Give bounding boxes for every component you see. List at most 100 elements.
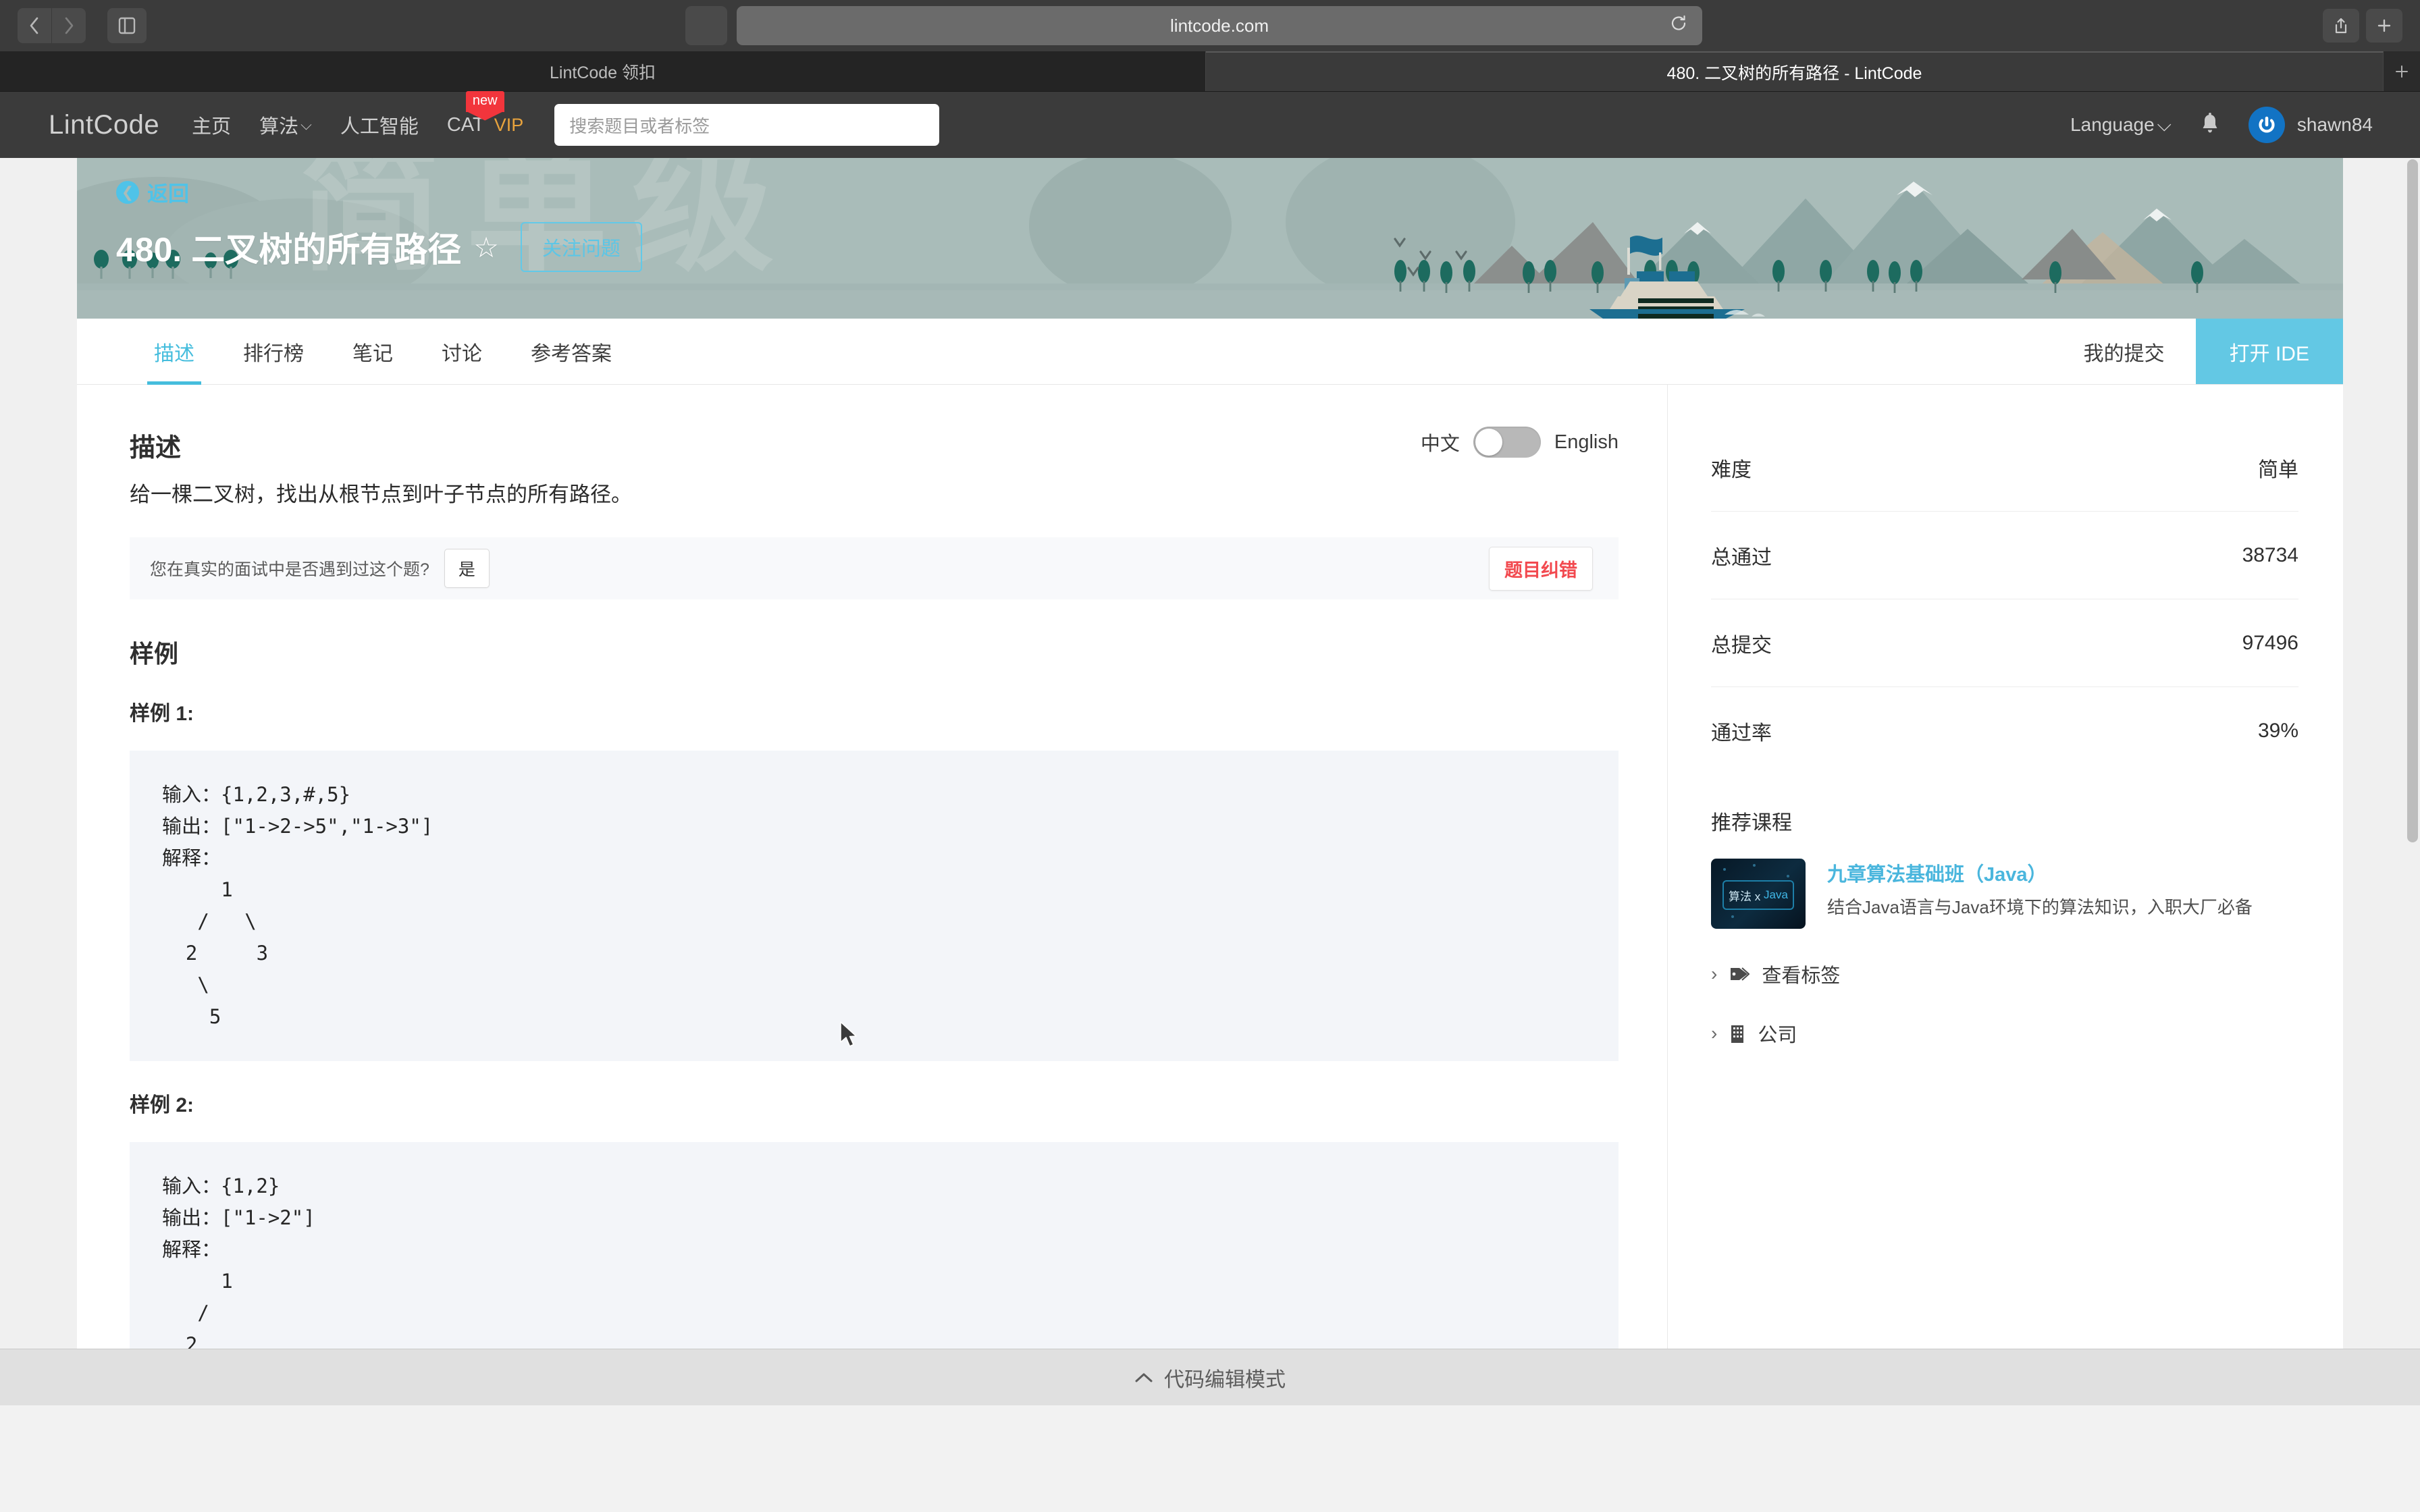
power-avatar-icon <box>2255 113 2279 137</box>
search-input[interactable]: 搜索题目或者标签 <box>554 104 939 146</box>
accordion-tags[interactable]: › 查看标签 <box>1711 960 2298 988</box>
stat-label: 总提交 <box>1711 628 1772 658</box>
nav-item-vip[interactable]: VIP <box>494 115 524 136</box>
tab-label: 参考答案 <box>531 337 612 367</box>
browser-tab-strip: LintCode 领扣 480. 二叉树的所有路径 - LintCode <box>0 51 2420 92</box>
nav-item-home[interactable]: 主页 <box>192 111 231 139</box>
code-edit-mode-bar[interactable]: 代码编辑模式 <box>0 1349 2420 1405</box>
nav-item-ai[interactable]: 人工智能 <box>340 111 419 139</box>
reload-button[interactable] <box>1670 15 1687 37</box>
content-area: 描述 中文 English 给一棵二叉树，找出从根节点到叶子节点的所有路径。 您… <box>77 385 2343 1397</box>
toolbar-right-actions <box>2303 9 2402 43</box>
problem-title: 480. 二叉树的所有路径 <box>116 223 461 271</box>
main-column: 描述 中文 English 给一棵二叉树，找出从根节点到叶子节点的所有路径。 您… <box>77 385 1668 1397</box>
sidebar-column: 难度 简单 总通过 38734 总提交 97496 通过率 39% 推荐课程 算… <box>1668 385 2343 1397</box>
interview-yes-button[interactable]: 是 <box>444 549 490 588</box>
star-outline-icon[interactable]: ☆ <box>473 231 499 264</box>
tab-solutions[interactable]: 参考答案 <box>506 319 636 384</box>
nav-item-cat[interactable]: new CAT <box>447 114 485 136</box>
stat-label: 总通过 <box>1711 541 1772 570</box>
accordion-companies[interactable]: › 公司 <box>1711 1019 2298 1048</box>
stat-total-submissions: 总提交 97496 <box>1711 599 2298 687</box>
browser-toolbar: 𝕈 lintcode.com <box>0 0 2420 51</box>
course-meta: 九章算法基础班（Java） 结合Java语言与Java环境下的算法知识，入职大厂… <box>1827 859 2298 929</box>
username-label: shawn84 <box>2297 114 2373 136</box>
stat-difficulty: 难度 简单 <box>1711 424 2298 512</box>
page-scrollbar[interactable] <box>2407 159 2418 842</box>
chevron-down-icon: ⌵ <box>300 116 312 134</box>
forward-button[interactable] <box>52 8 86 43</box>
back-link[interactable]: ❮ 返回 <box>116 177 189 207</box>
tab-leaderboard[interactable]: 排行榜 <box>219 319 328 384</box>
hero-title-row: 480. 二叉树的所有路径 ☆ 关注问题 <box>116 222 2343 272</box>
nav-item-label: 算法 <box>259 111 298 139</box>
site-logo[interactable]: LintCode <box>49 110 159 140</box>
back-arrow-icon <box>26 16 43 36</box>
tab-label: 讨论 <box>442 337 482 367</box>
stat-label: 难度 <box>1711 453 1752 483</box>
examples-section-title: 样例 <box>130 634 1619 670</box>
site-header: LintCode 主页 算法 ⌵ 人工智能 new CAT VIP 搜索题目或者… <box>0 92 2420 158</box>
user-menu[interactable]: shawn84 <box>2248 107 2373 143</box>
course-thumb-cn: 算法 x <box>1729 887 1760 904</box>
address-bar[interactable]: lintcode.com <box>737 6 1702 45</box>
switch-knob <box>1475 429 1502 456</box>
open-ide-label: 打开 IDE <box>2230 337 2309 367</box>
my-submissions-button[interactable]: 我的提交 <box>2053 319 2196 384</box>
stat-total-accepted: 总通过 38734 <box>1711 512 2298 599</box>
browser-tab-active[interactable]: 480. 二叉树的所有路径 - LintCode <box>1206 51 2384 91</box>
bell-icon <box>2200 112 2220 135</box>
chevron-down-icon: ⌵ <box>2157 114 2172 136</box>
building-glyph <box>1729 1024 1745 1043</box>
tab-description[interactable]: 描述 <box>130 319 219 384</box>
chevron-up-icon <box>1134 1366 1153 1389</box>
back-button[interactable] <box>18 8 51 43</box>
honey-extension-button[interactable]: 𝕈 <box>685 6 727 45</box>
new-tab-button[interactable] <box>2366 9 2402 43</box>
tab-discussion[interactable]: 讨论 <box>417 319 506 384</box>
nav-item-algorithms[interactable]: 算法 ⌵ <box>259 111 312 139</box>
page-title: 480. 二叉树的所有路径 ☆ <box>116 223 499 271</box>
course-thumbnail-label: 算法 x Java <box>1722 880 1794 910</box>
share-button[interactable] <box>2323 9 2359 43</box>
tab-new-button[interactable] <box>2384 51 2420 91</box>
example-1-code: 输入：{1,2,3,#,5} 输出：["1->2->5","1->3"] 解释：… <box>130 751 1619 1061</box>
notifications-button[interactable] <box>2200 112 2220 138</box>
stat-value: 39% <box>2258 720 2298 742</box>
course-name[interactable]: 九章算法基础班（Java） <box>1827 859 2298 887</box>
page-viewport: 简单级 ❮ 返回 480. 二叉树的所有路径 ☆ 关注问题 描述 <box>0 158 2420 1405</box>
lang-left-label: 中文 <box>1421 428 1460 456</box>
accordion-label: 查看标签 <box>1762 960 1840 988</box>
tag-glyph <box>1729 965 1750 983</box>
interview-question-label: 您在真实的面试中是否遇到过这个题? <box>150 556 429 580</box>
browser-tab[interactable]: LintCode 领扣 <box>0 51 1206 91</box>
chevron-up-glyph <box>1134 1372 1153 1384</box>
code-edit-mode-label: 代码编辑模式 <box>1164 1363 1286 1393</box>
open-ide-button[interactable]: 打开 IDE <box>2196 319 2343 384</box>
follow-problem-button[interactable]: 关注问题 <box>521 222 642 272</box>
browser-tab-title: LintCode 领扣 <box>550 59 656 84</box>
lang-right-label: English <box>1554 431 1619 454</box>
course-description: 结合Java语言与Java环境下的算法知识，入职大厂必备 <box>1827 895 2298 921</box>
problem-hero: 简单级 ❮ 返回 480. 二叉树的所有路径 ☆ 关注问题 <box>77 158 2343 319</box>
report-problem-button[interactable]: 题目纠错 <box>1489 547 1593 591</box>
language-selector[interactable]: Language ⌵ <box>2070 114 2172 136</box>
reload-icon <box>1670 15 1687 32</box>
sidebar-toggle-button[interactable] <box>107 8 147 43</box>
chevron-right-icon: › <box>1711 1023 1717 1044</box>
course-card[interactable]: 算法 x Java 九章算法基础班（Java） 结合Java语言与Java环境下… <box>1711 859 2298 929</box>
tab-notes[interactable]: 笔记 <box>328 319 417 384</box>
tab-label: 排行榜 <box>243 337 304 367</box>
course-thumb-java: Java <box>1764 888 1788 902</box>
description-heading-block: 描述 <box>130 427 181 464</box>
course-thumbnail: 算法 x Java <box>1711 859 1806 929</box>
language-toggle[interactable]: 中文 English <box>1421 427 1619 458</box>
stat-value: 97496 <box>2242 632 2298 655</box>
tabbar-actions: 我的提交 打开 IDE <box>2053 319 2343 384</box>
mouse-cursor <box>839 1021 860 1050</box>
language-switch[interactable] <box>1473 427 1541 458</box>
problem-tabbar: 描述 排行榜 笔记 讨论 参考答案 我的提交 打开 IDE <box>77 319 2343 385</box>
avatar <box>2248 107 2285 143</box>
browser-tab-title: 480. 二叉树的所有路径 - LintCode <box>1667 60 1922 84</box>
plus-icon <box>2394 63 2410 80</box>
